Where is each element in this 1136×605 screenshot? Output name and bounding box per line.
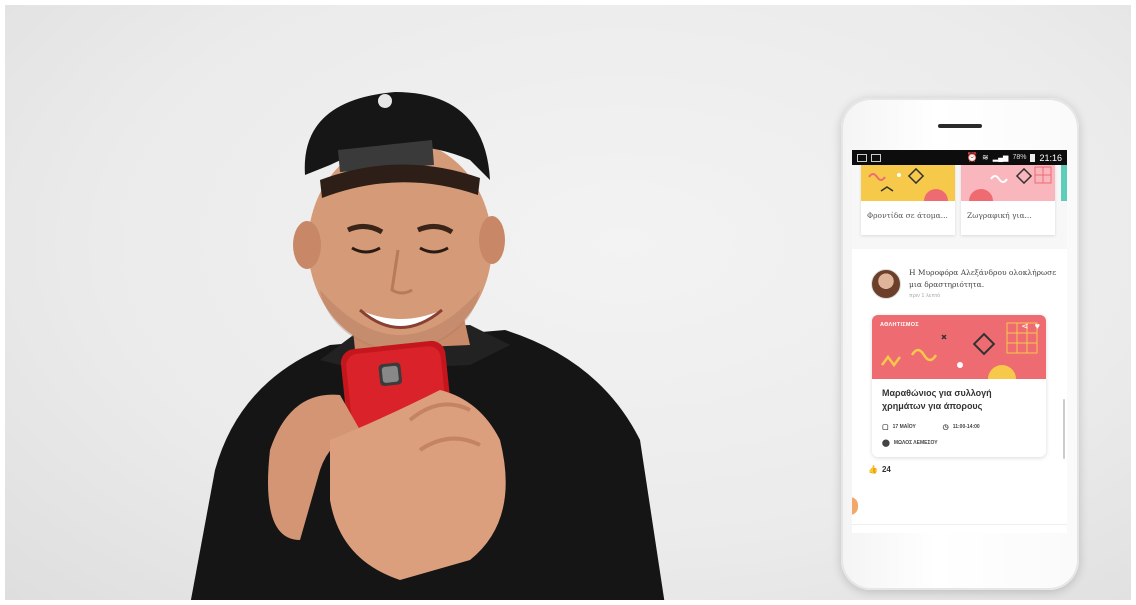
clock: 21:16 [1039, 152, 1062, 163]
camera-notification-icon [857, 153, 867, 162]
event-title: Μαραθώνιος για συλλογή χρημάτων για άπορ… [882, 388, 992, 411]
heart-icon[interactable]: ♥ [1035, 321, 1040, 332]
wifi-icon: ≋ [982, 153, 989, 162]
card-image [861, 165, 955, 201]
card-image [961, 165, 1055, 201]
image-notification-icon [871, 153, 881, 162]
activity-item[interactable]: Η Μυροφόρα Αλεξάνδρου ολοκλήρωσε μια δρα… [852, 267, 1067, 299]
location-pin-icon: ⬤ [882, 440, 890, 447]
likes-count: 24 [881, 465, 891, 474]
clock-icon: ◷ [942, 424, 949, 431]
event-location: ΜΩΛΟΣ ΛΕΜΕΣΟΥ [893, 440, 938, 446]
calendar-icon: ▢ [882, 424, 889, 431]
event-location-row: ⬤ ΜΩΛΟΣ ΛΕΜΕΣΟΥ [872, 439, 1046, 447]
likes-row[interactable]: 👍 24 [852, 457, 1067, 474]
activity-time: πριν 1 λεπτό [909, 293, 941, 299]
event-time: 11:00-14:00 [952, 424, 980, 430]
phone-speaker [938, 124, 982, 128]
feed: Η Μυροφόρα Αλεξάνδρου ολοκλήρωσε μια δρα… [852, 249, 1067, 533]
pattern-illustration [868, 167, 948, 201]
event-date: 17 ΜΑΪΟΥ [892, 424, 916, 430]
activity-text: Η Μυροφόρα Αλεξάνδρου ολοκλήρωσε μια δρα… [909, 268, 1057, 289]
status-bar: ⏰ ≋ ▂▄▆ 78% 21:16 [852, 150, 1067, 165]
thumbs-up-icon: 👍 [868, 465, 878, 474]
pattern-illustration [969, 166, 1052, 201]
card-caption: Φροντίδα σε άτομα... [867, 211, 948, 220]
activity-cards-row: Φροντίδα σε άτομα... Ζωγραφική για... [852, 165, 1067, 235]
event-category: ΑΘΛΗΤΙΣΜΟΣ [880, 322, 919, 328]
activity-card[interactable]: Ζωγραφική για... [961, 165, 1055, 235]
battery-icon [1030, 153, 1036, 162]
scrollbar[interactable] [1063, 399, 1065, 459]
signal-icon: ▂▄▆ [992, 154, 1009, 162]
bottom-nav [852, 524, 1067, 533]
event-card[interactable]: ΑΘΛΗΤΙΣΜΟΣ ⋖ ♥ Μαραθώνιος για συλλογή χρ… [872, 315, 1046, 457]
activity-card[interactable]: Φροντίδα σε άτομα... [861, 165, 955, 235]
card-caption: Ζωγραφική για... [967, 211, 1032, 220]
battery-level: 78% [1012, 154, 1027, 161]
event-datetime: ▢ 17 ΜΑΪΟΥ ◷ 11:00-14:00 [872, 423, 1046, 431]
event-banner: ΑΘΛΗΤΙΣΜΟΣ ⋖ ♥ [872, 315, 1046, 379]
share-icon[interactable]: ⋖ [1021, 321, 1029, 332]
next-card-peek [1061, 165, 1067, 201]
phone-mockup: ⏰ ≋ ▂▄▆ 78% 21:16 Φροντίδα σε άτομα... Ζ… [841, 98, 1079, 590]
side-drawer-tab[interactable] [852, 497, 858, 515]
alarm-icon: ⏰ [966, 152, 979, 162]
app-screen: ⏰ ≋ ▂▄▆ 78% 21:16 Φροντίδα σε άτομα... Ζ… [852, 150, 1067, 533]
video-frame: ⏰ ≋ ▂▄▆ 78% 21:16 Φροντίδα σε άτομα... Ζ… [5, 5, 1131, 600]
avatar [871, 269, 901, 299]
